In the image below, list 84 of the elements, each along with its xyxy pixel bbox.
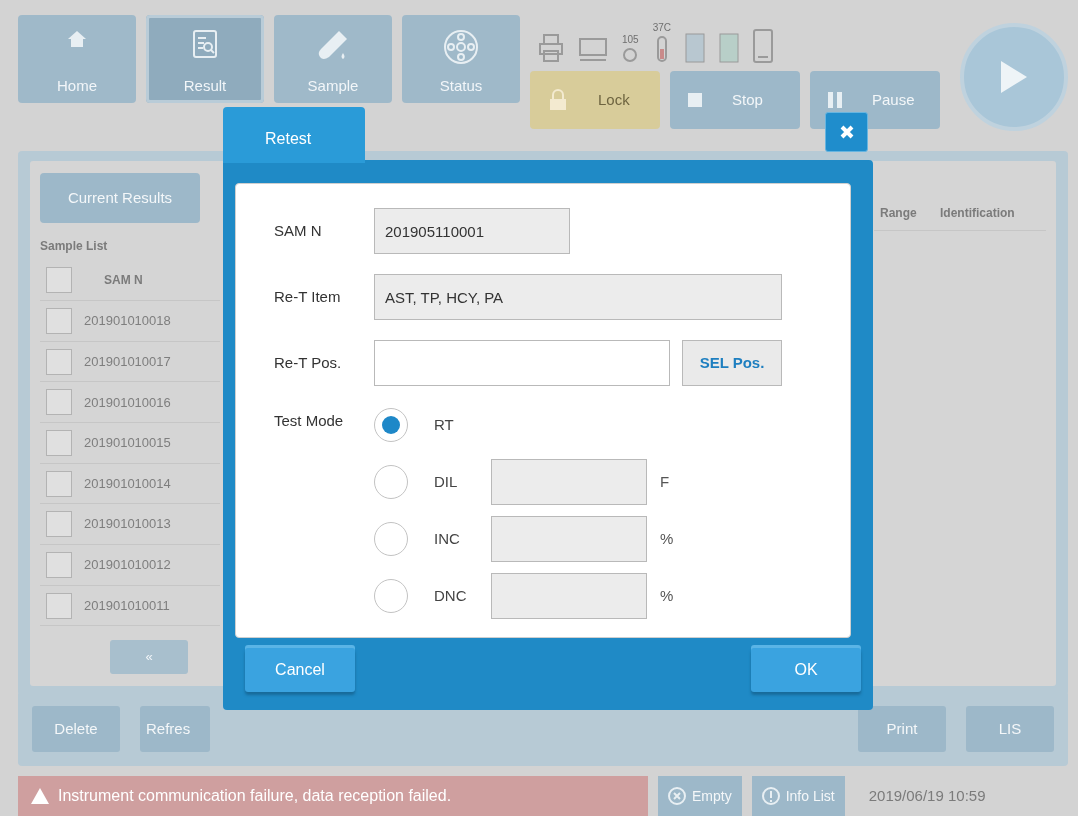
column-header: Range xyxy=(879,205,918,222)
retest-dialog-title: Retest xyxy=(223,107,365,163)
table-cell-text: 201901010018 xyxy=(84,312,171,331)
text-field[interactable]: 201905110001 xyxy=(374,208,570,254)
first-page-button[interactable]: « xyxy=(110,640,188,675)
action-button[interactable]: Refres xyxy=(140,706,210,752)
lock-button[interactable]: Lock xyxy=(530,71,660,129)
pause-icon xyxy=(828,92,842,108)
table-cell-text: 201901010017 xyxy=(84,352,171,371)
gauge-caption: 105 xyxy=(622,35,639,45)
unit-label: % xyxy=(660,528,674,549)
action-button[interactable]: Delete xyxy=(32,706,120,752)
field-label: Test Mode xyxy=(274,411,345,431)
field-label: SAM N xyxy=(274,220,323,241)
action-button[interactable]: LIS xyxy=(966,706,1054,752)
radio-button[interactable] xyxy=(374,408,408,442)
action-button[interactable]: Print xyxy=(858,706,946,752)
status-button[interactable]: Info List xyxy=(751,776,845,816)
option-label: DNC xyxy=(434,585,468,606)
stop-button[interactable]: Stop xyxy=(670,71,800,129)
circle-gauge-icon xyxy=(622,47,639,63)
nav-tab[interactable]: Home xyxy=(18,15,136,103)
printer-icon xyxy=(538,33,564,63)
option-label: INC xyxy=(434,528,461,549)
play-icon xyxy=(999,59,1029,95)
close-button[interactable] xyxy=(825,112,868,152)
lock-icon xyxy=(548,89,568,111)
warning-icon xyxy=(30,787,50,805)
error-message: Instrument communication failure, data reception failed. xyxy=(58,786,452,806)
row-checkbox[interactable] xyxy=(46,551,72,578)
nav-tab[interactable]: Result xyxy=(146,15,264,103)
select-all-checkbox[interactable] xyxy=(46,267,72,294)
card-icon xyxy=(719,33,740,63)
radio-button[interactable] xyxy=(374,465,408,499)
text-field[interactable]: AST, TP, HCY, PA xyxy=(374,274,782,320)
document-search-icon xyxy=(192,29,218,59)
field-label: Re-T Pos. xyxy=(274,352,343,373)
status-button[interactable]: Empty xyxy=(658,776,742,816)
tablet-icon xyxy=(753,29,774,63)
rotor-icon xyxy=(443,29,479,65)
row-checkbox[interactable] xyxy=(46,389,72,416)
close-icon xyxy=(838,124,855,140)
radio-button[interactable] xyxy=(374,522,408,556)
table-cell-text: 201901010013 xyxy=(84,515,171,534)
close-circle-icon xyxy=(668,787,686,805)
gauge-caption: 37C xyxy=(652,23,672,33)
option-label: DIL xyxy=(434,471,459,492)
row-checkbox[interactable] xyxy=(46,429,72,456)
select-position-button[interactable]: SEL Pos. xyxy=(682,340,782,386)
test-tube-icon xyxy=(317,29,349,61)
monitor-icon xyxy=(578,37,608,63)
position-field[interactable] xyxy=(374,340,670,386)
value-field[interactable] xyxy=(491,516,647,562)
value-field[interactable] xyxy=(491,459,647,505)
table-cell-text: 201901010016 xyxy=(84,393,171,412)
table-cell-text: 201901010012 xyxy=(84,556,171,575)
column-header: SAM N xyxy=(104,272,143,290)
table-cell-text: 201901010015 xyxy=(84,434,171,453)
option-label: RT xyxy=(434,414,455,435)
pause-button[interactable]: Pause xyxy=(810,71,940,129)
home-icon xyxy=(67,29,87,49)
nav-tab[interactable]: Sample xyxy=(274,15,392,103)
row-checkbox[interactable] xyxy=(46,592,72,619)
field-label: Re-T Item xyxy=(274,286,342,307)
cancel-button[interactable]: Cancel xyxy=(245,648,355,692)
row-checkbox[interactable] xyxy=(46,470,72,497)
card-icon xyxy=(685,33,706,63)
unit-label: % xyxy=(660,585,674,606)
row-checkbox[interactable] xyxy=(46,308,72,334)
date-time: 2019/06/19 10:59 xyxy=(868,785,986,806)
results-tab[interactable]: Current Results xyxy=(40,173,200,223)
row-checkbox[interactable] xyxy=(46,348,72,375)
unit-label: F xyxy=(660,471,670,492)
nav-tab[interactable]: Status xyxy=(402,15,520,103)
list-title: Sample List xyxy=(40,237,109,255)
ok-button[interactable]: OK xyxy=(751,648,861,692)
stop-icon xyxy=(688,93,702,107)
value-field[interactable] xyxy=(491,573,647,619)
column-header: Identification xyxy=(939,205,1016,222)
info-icon xyxy=(761,787,780,805)
row-checkbox[interactable] xyxy=(46,511,72,538)
table-cell-text: 201901010014 xyxy=(84,474,171,493)
radio-button[interactable] xyxy=(374,579,408,613)
table-cell-text: 201901010011 xyxy=(84,596,170,615)
